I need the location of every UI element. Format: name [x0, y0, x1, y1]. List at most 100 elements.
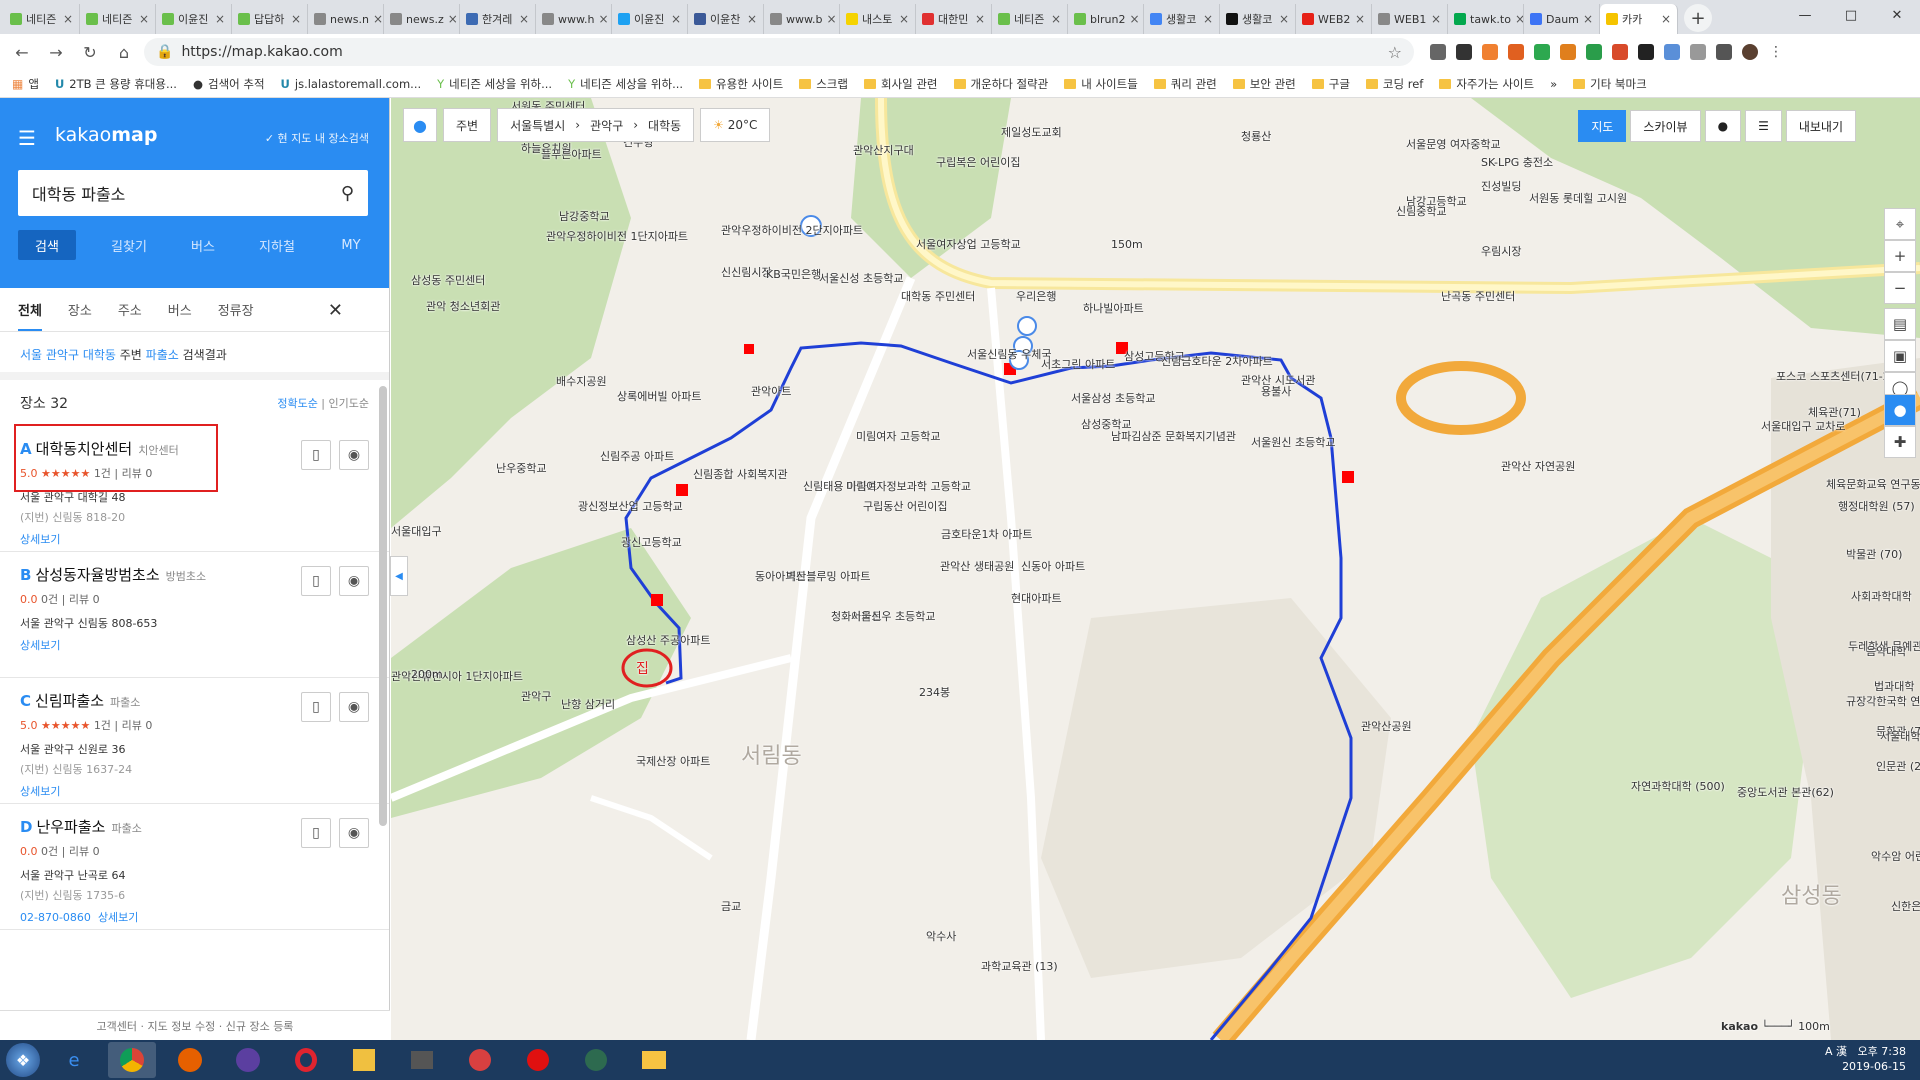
- tab-close-icon[interactable]: ×: [1051, 12, 1061, 26]
- roadview-icon[interactable]: ●: [1704, 110, 1742, 142]
- bookmark-item[interactable]: 유용한 사이트: [699, 76, 783, 92]
- place-name[interactable]: 신림파출소: [35, 692, 104, 710]
- tab-bus[interactable]: 버스: [166, 230, 240, 260]
- tab-directions[interactable]: 길찾기: [92, 230, 166, 260]
- map-place-label[interactable]: 현대아파트: [1011, 590, 1062, 606]
- map-place-label[interactable]: 우림시장: [1481, 243, 1521, 259]
- browser-tab[interactable]: 한겨레 ×: [460, 4, 536, 34]
- tab-close-icon[interactable]: ×: [448, 12, 458, 26]
- layers-icon[interactable]: ☰: [1745, 110, 1782, 142]
- map-place-label[interactable]: 악수암 어린이공원: [1871, 848, 1920, 864]
- bookmark-item[interactable]: ▦ 앱: [12, 76, 39, 92]
- map-place-label[interactable]: 150m: [1111, 238, 1143, 251]
- bookmark-item[interactable]: ● 검색어 추적: [193, 76, 265, 92]
- app-icon[interactable]: [572, 1042, 620, 1078]
- map-place-label[interactable]: 서초그린 아파트: [1041, 356, 1115, 372]
- extension-icon[interactable]: [1586, 44, 1602, 60]
- filter-address[interactable]: 주소: [118, 300, 142, 319]
- map-place-label[interactable]: 난향 삼거리: [561, 696, 615, 712]
- browser-tab[interactable]: 대한민 ×: [916, 4, 992, 34]
- map-place-label[interactable]: 진성빌딩: [1481, 178, 1521, 194]
- map-place-label[interactable]: 규장각한국학 연구원(103): [1846, 693, 1920, 709]
- extension-icon[interactable]: [1664, 44, 1680, 60]
- browser-tab[interactable]: tawk.to ×: [1448, 4, 1524, 34]
- map-place-label[interactable]: SK-LPG 충전소: [1481, 154, 1553, 170]
- scrollbar[interactable]: [379, 386, 387, 826]
- record-icon[interactable]: [514, 1042, 562, 1078]
- map-place-label[interactable]: 미림여자 고등학교: [856, 428, 940, 444]
- browser-tab[interactable]: 이윤찬 ×: [688, 4, 764, 34]
- map-place-label[interactable]: 구립복은 어린이집: [936, 154, 1020, 170]
- bookmark-icon[interactable]: ▯: [301, 440, 331, 470]
- tab-close-icon[interactable]: ×: [63, 12, 73, 26]
- list-item[interactable]: D 난우파출소 파출소 0.0 0건 | 리뷰 0 서울 관악구 난곡로 64 (지번) …: [0, 804, 389, 930]
- my-location-icon[interactable]: ⌖: [1884, 208, 1916, 240]
- map-mode-button[interactable]: 지도: [1578, 110, 1627, 142]
- browser-tab[interactable]: www.h ×: [536, 4, 612, 34]
- review-count[interactable]: 리뷰 0: [69, 845, 100, 858]
- sort-popularity[interactable]: 인기도순: [329, 397, 369, 410]
- map-place-label[interactable]: 서울대입구 교차로: [1761, 418, 1845, 434]
- app-icon[interactable]: [224, 1042, 272, 1078]
- close-window-icon[interactable]: ✕: [1874, 0, 1920, 30]
- extension-icon[interactable]: [1534, 44, 1550, 60]
- tab-subway[interactable]: 지하철: [240, 230, 314, 260]
- firefox-icon[interactable]: [166, 1042, 214, 1078]
- tab-close-icon[interactable]: ×: [598, 12, 608, 26]
- maximize-icon[interactable]: □: [1828, 0, 1874, 30]
- map-place-label[interactable]: 상록에버빌 아파트: [617, 388, 701, 404]
- map-place-label[interactable]: 관악산공원: [1361, 718, 1412, 734]
- ie-icon[interactable]: e: [50, 1042, 98, 1078]
- browser-tab[interactable]: Daum ×: [1524, 4, 1600, 34]
- tab-close-icon[interactable]: ×: [1583, 12, 1593, 26]
- bookmark-item[interactable]: 기타 북마크: [1573, 76, 1647, 92]
- location-pin-icon[interactable]: ●: [403, 108, 437, 142]
- bookmark-item[interactable]: Ujs.lalastoremall.com...: [281, 77, 422, 91]
- add-pin-icon[interactable]: ✚: [1884, 426, 1916, 458]
- map-place-label[interactable]: 남파김삼준 문화복지기념관: [1111, 428, 1236, 444]
- folder-icon[interactable]: [630, 1042, 678, 1078]
- area-icon[interactable]: ▣: [1884, 340, 1916, 372]
- map-place-label[interactable]: 200m: [411, 668, 443, 681]
- map-place-label[interactable]: 삼성산 주공아파트: [626, 632, 710, 648]
- map-place-label[interactable]: 청룡산: [1241, 128, 1271, 144]
- review-count[interactable]: 리뷰 0: [69, 593, 100, 606]
- search-icon[interactable]: ⚲: [341, 183, 354, 204]
- map-place-label[interactable]: 금호타운1차 아파트: [941, 526, 1032, 542]
- map-place-label[interactable]: 관악아트: [751, 383, 791, 399]
- extension-icon[interactable]: [1612, 44, 1628, 60]
- map-canvas[interactable]: 서원동 주민센터 하늘유치원 늘푸른아파트 건우형 관악산지구대 구립복은 어린이집 제일성…: [391, 98, 1920, 1040]
- map-place-label[interactable]: 신림주공 아파트: [600, 448, 674, 464]
- route-pin-icon[interactable]: ◉: [339, 440, 369, 470]
- review-count[interactable]: 리뷰 0: [122, 719, 153, 732]
- map-place-label[interactable]: 악수사: [926, 928, 956, 944]
- browser-tab[interactable]: 네티즌 ×: [4, 4, 80, 34]
- extension-icon[interactable]: [1560, 44, 1576, 60]
- bookmark-item[interactable]: »: [1550, 77, 1557, 91]
- browser-tab[interactable]: WEB2 ×: [1296, 4, 1372, 34]
- tab-close-icon[interactable]: ×: [1515, 12, 1523, 26]
- tab-close-icon[interactable]: ×: [899, 12, 909, 26]
- nearby-button[interactable]: 주변: [443, 108, 492, 142]
- tab-close-icon[interactable]: ×: [139, 12, 149, 26]
- map-place-label[interactable]: 관악우정하이비전 1단지아파트: [546, 228, 688, 244]
- bookmark-item[interactable]: 구글: [1311, 76, 1350, 92]
- map-place-label[interactable]: 음악대학: [1866, 643, 1906, 659]
- search-input[interactable]: 대학동 파출소 ⚲: [18, 170, 368, 216]
- extension-icon[interactable]: [1430, 44, 1446, 60]
- tab-close-icon[interactable]: ×: [373, 12, 383, 26]
- map-place-label[interactable]: 배수지공원: [556, 373, 607, 389]
- browser-tab[interactable]: 이윤진 ×: [612, 4, 688, 34]
- map-place-label[interactable]: 서울대학교 관악캠퍼스: [1880, 728, 1920, 744]
- map-place-label[interactable]: 관악산 생태공원: [940, 558, 1014, 574]
- map-place-label[interactable]: 체육문화교육 연구동(71-1): [1826, 476, 1920, 492]
- filter-stop[interactable]: 정류장: [218, 300, 254, 319]
- back-icon[interactable]: ←: [8, 38, 36, 66]
- map-place-label[interactable]: 서울신우 초등학교: [851, 608, 935, 624]
- extension-icon[interactable]: [1482, 44, 1498, 60]
- map-place-label[interactable]: 자연과학대학 (500): [1631, 778, 1725, 794]
- kakaomap-logo[interactable]: kakaomap: [55, 124, 157, 146]
- map-place-label[interactable]: 서울삼성 초등학교: [1071, 390, 1155, 406]
- map-place-label[interactable]: 서울신성 초등학교: [819, 270, 903, 286]
- url-input[interactable]: 🔒 https://map.kakao.com ☆: [144, 38, 1414, 66]
